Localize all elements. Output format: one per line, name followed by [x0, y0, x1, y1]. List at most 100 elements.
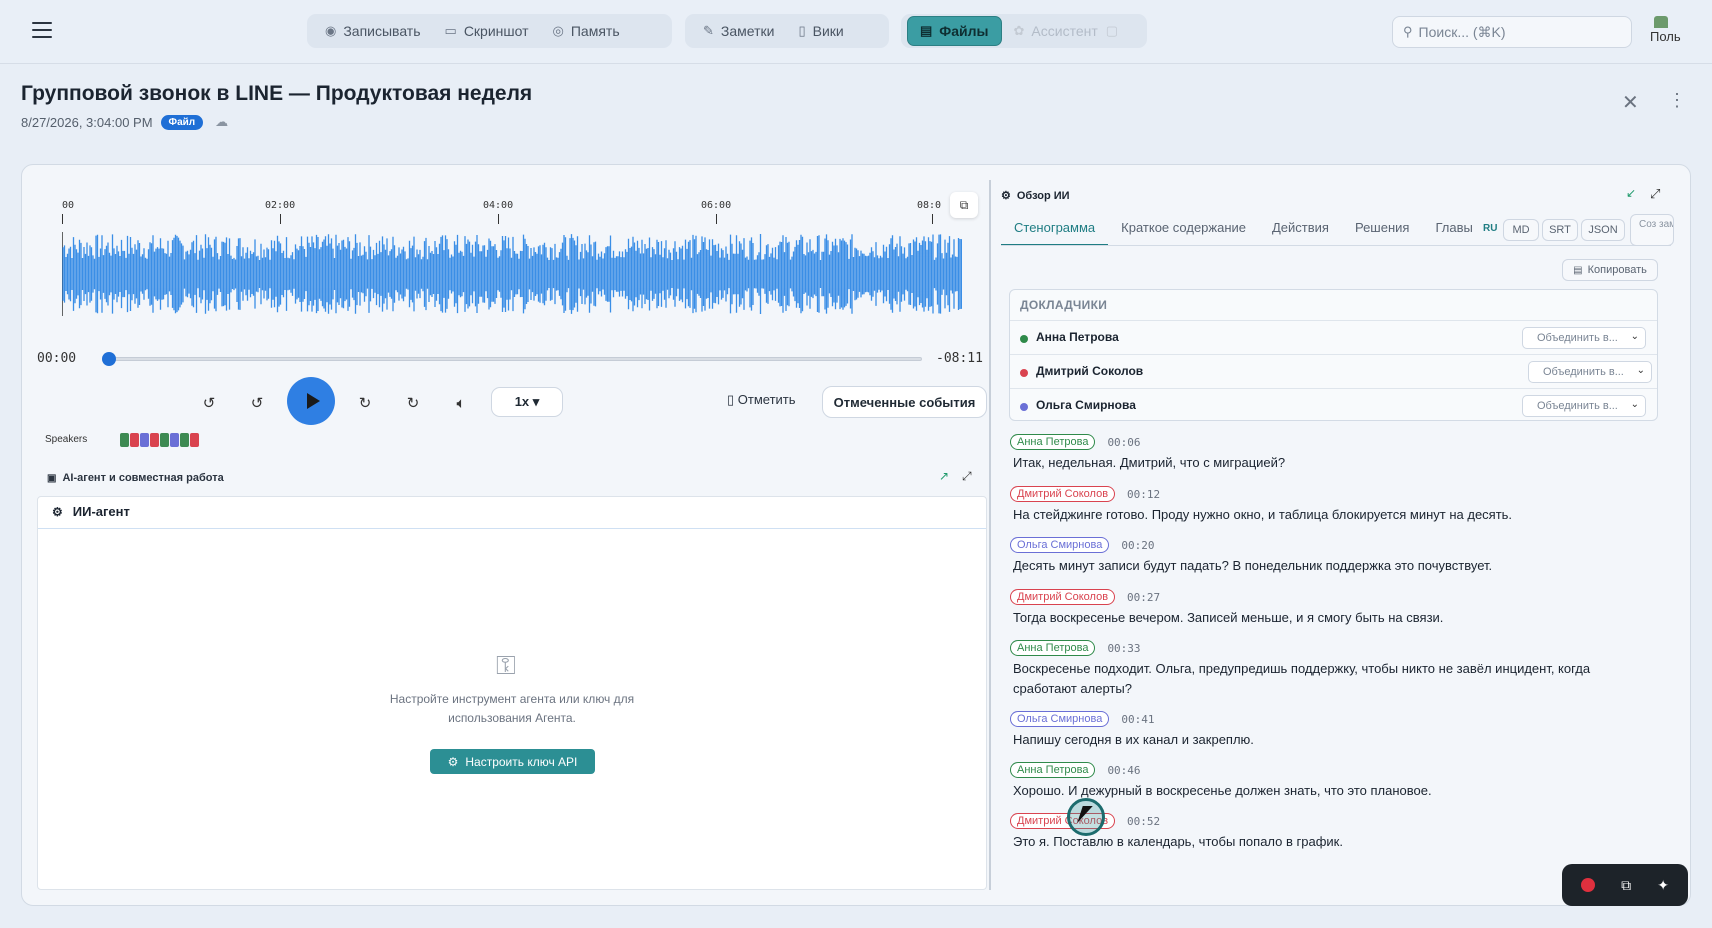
agent-section-header: ▣ AI-агент и совместная работа: [47, 472, 224, 484]
robot-icon: ⚙: [52, 504, 63, 519]
tab-summary[interactable]: Краткое содержание: [1108, 214, 1259, 244]
sparkle-icon[interactable]: ✦: [1657, 877, 1669, 894]
record-button[interactable]: ◉ Записывать: [313, 16, 433, 46]
chevron-down-icon: ⌄: [1630, 331, 1639, 342]
speaker-name: Анна Петрова: [1036, 330, 1119, 344]
popout-icon[interactable]: ↗: [939, 469, 949, 483]
merge-speaker-select[interactable]: Объединить в... ⌄: [1528, 361, 1652, 383]
utterance-timestamp[interactable]: 00:12: [1127, 488, 1160, 501]
utterance-text: На стейджинге готово. Проду нужно окно, …: [1013, 507, 1513, 522]
screen-capture-icon[interactable]: ⧉: [1621, 877, 1631, 894]
search-icon: ⚲: [1403, 24, 1413, 39]
record-dot-button[interactable]: [1581, 878, 1596, 892]
expand-icon[interactable]: ⤢: [962, 469, 972, 484]
seek-bar[interactable]: [108, 357, 922, 361]
speaker-color-dot: [1020, 369, 1028, 377]
notes-group: ✎ Заметки ▯ Вики: [685, 14, 889, 48]
tick-mark: [62, 214, 63, 224]
avatar[interactable]: Поль: [1650, 16, 1682, 48]
play-button[interactable]: [287, 377, 335, 425]
speaker-row: Дмитрий Соколов Объединить в... ⌄: [1010, 354, 1657, 388]
page-title: Групповой звонок в LINE — Продуктовая не…: [21, 82, 533, 105]
skip-forward-30-icon[interactable]: ↻: [400, 390, 426, 416]
robot-icon: ⚙: [1001, 190, 1011, 202]
utterance-timestamp[interactable]: 00:52: [1127, 815, 1160, 828]
copy-button[interactable]: ▤ Копировать: [1562, 259, 1658, 281]
utterance-text: Тогда воскресенье вечером. Записей меньш…: [1013, 610, 1444, 625]
agent-setup-message: Настройте инструмент агента или ключ для…: [389, 692, 635, 725]
screenshot-button[interactable]: ▭ Скриншот: [433, 16, 541, 46]
playback-speed-select[interactable]: 1x ▾: [491, 387, 563, 417]
copy-icon: ▤: [1573, 264, 1583, 276]
create-note-button[interactable]: Соз зам: [1630, 214, 1674, 246]
speakers-heading: ДОКЛАДЧИКИ: [1020, 298, 1108, 312]
mark-button[interactable]: ▯ Отметить: [727, 392, 796, 408]
expand-icon[interactable]: ⤢: [1650, 186, 1660, 202]
utterance-timestamp[interactable]: 00:20: [1121, 539, 1154, 552]
source-badge: Файл: [160, 114, 204, 130]
tick-label: 06:00: [701, 200, 732, 211]
speaker-swatch: [140, 433, 149, 447]
speaker-color-dot: [1020, 403, 1028, 411]
pip-icon: ⧉: [959, 197, 969, 212]
utterance-timestamp[interactable]: 00:27: [1127, 591, 1160, 604]
tab-actions[interactable]: Действия: [1259, 214, 1342, 244]
export-md-button[interactable]: MD: [1503, 219, 1539, 241]
panel-divider[interactable]: [989, 180, 991, 890]
waveform[interactable]: [62, 232, 962, 316]
speaker-chip[interactable]: Ольга Смирнова: [1010, 711, 1110, 727]
tick-mark: [498, 214, 499, 224]
tick-mark: [932, 214, 933, 224]
close-icon[interactable]: ✕: [1622, 90, 1639, 115]
menu-icon[interactable]: [32, 22, 52, 38]
speaker-swatch: [170, 433, 179, 447]
speaker-chip[interactable]: Анна Петрова: [1010, 434, 1096, 450]
speaker-swatch: [180, 433, 189, 447]
speaker-chip[interactable]: Анна Петрова: [1010, 762, 1096, 778]
speaker-chip[interactable]: Дмитрий Соколов: [1010, 589, 1116, 605]
speaker-swatch: [190, 433, 199, 447]
export-json-button[interactable]: JSON: [1581, 219, 1625, 241]
floating-toolbar: ⧉ ✦: [1562, 864, 1688, 906]
configure-api-key-button[interactable]: ⚙ Настроить ключ API: [430, 749, 595, 774]
speaker-chip[interactable]: Ольга Смирнова: [1010, 537, 1110, 553]
speaker-row: Анна Петрова Объединить в... ⌄: [1010, 320, 1657, 354]
cloud-sync-icon[interactable]: ☁: [215, 114, 228, 130]
key-icon: ⚿: [496, 650, 516, 680]
speaker-swatches: [120, 433, 200, 447]
utterance-timestamp[interactable]: 00:46: [1107, 764, 1140, 777]
more-options-icon[interactable]: ⋮: [1668, 90, 1686, 111]
memory-button[interactable]: ◎ Память: [541, 16, 632, 46]
search-input[interactable]: ⚲ Поиск... (⌘K): [1392, 16, 1632, 48]
collapse-icon[interactable]: ↙: [1626, 186, 1636, 200]
volume-icon[interactable]: 🔈︎: [448, 390, 474, 416]
speaker-chip[interactable]: Анна Петрова: [1010, 640, 1096, 656]
utterance-timestamp[interactable]: 00:33: [1107, 642, 1140, 655]
wiki-button[interactable]: ▯ Вики: [786, 16, 855, 46]
merge-speaker-select[interactable]: Объединить в... ⌄: [1522, 327, 1646, 349]
merge-speaker-select[interactable]: Объединить в... ⌄: [1522, 395, 1646, 417]
assistant-icon: ✿: [1013, 23, 1025, 38]
speaker-chip[interactable]: Дмитрий Соколов: [1010, 486, 1116, 502]
tick-label: 08:0: [917, 200, 942, 211]
marked-events-button[interactable]: Отмеченные события: [822, 386, 987, 418]
assistant-button[interactable]: ✿ Ассистент ▢: [1002, 16, 1131, 46]
speakers-label: Speakers: [45, 434, 88, 445]
skip-back-10-icon[interactable]: ↺: [244, 390, 270, 416]
tab-transcript[interactable]: Стенограмма: [1001, 214, 1109, 246]
language-toggle[interactable]: RU: [1483, 223, 1497, 234]
utterance-timestamp[interactable]: 00:06: [1107, 436, 1140, 449]
utterance-timestamp[interactable]: 00:41: [1121, 713, 1154, 726]
export-srt-button[interactable]: SRT: [1542, 219, 1578, 241]
tab-decisions[interactable]: Решения: [1342, 214, 1422, 244]
tab-chapters[interactable]: Главы: [1422, 214, 1485, 244]
utterance-text: Итак, недельная. Дмитрий, что с миграцие…: [1013, 455, 1286, 470]
picture-in-picture-button[interactable]: ⧉: [950, 192, 978, 218]
skip-back-30-icon[interactable]: ↺: [196, 390, 222, 416]
files-button[interactable]: ▤ Файлы: [907, 16, 1002, 46]
notes-button[interactable]: ✎ Заметки: [691, 16, 786, 46]
skip-forward-10-icon[interactable]: ↻: [352, 390, 378, 416]
utterance-header: Дмитрий Соколов 00:27: [1010, 589, 1160, 605]
seek-handle[interactable]: [102, 352, 116, 366]
files-group: ▤ Файлы ✿ Ассистент ▢: [901, 14, 1147, 48]
